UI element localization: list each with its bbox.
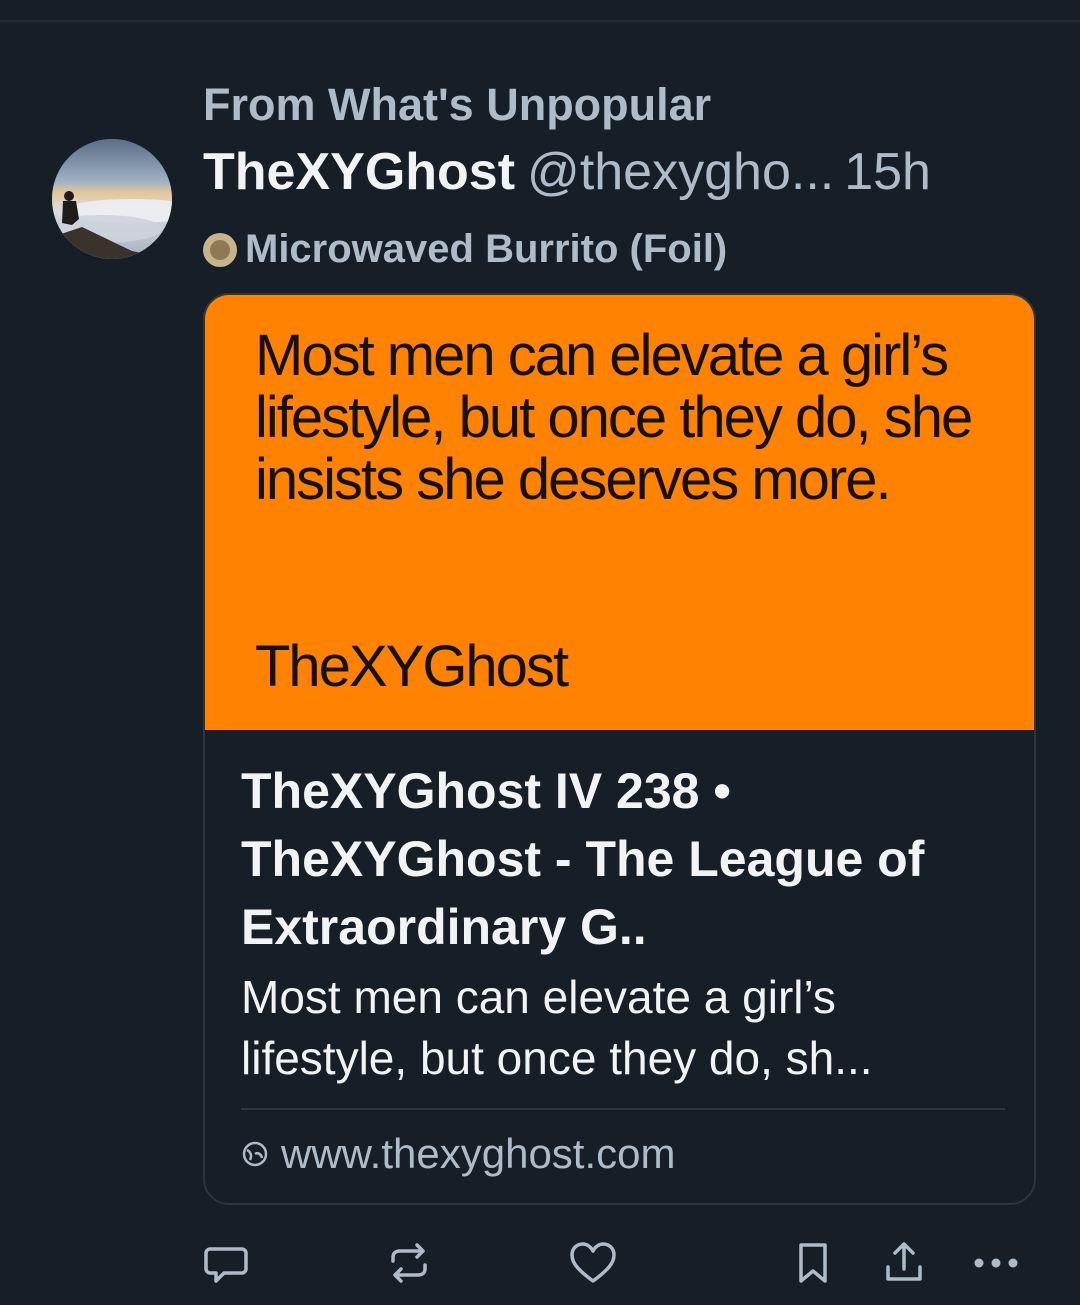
feed-reason[interactable]: From What's Unpopular	[203, 79, 711, 131]
link-preview-image: Most men can elevate a girl’s lifestyle,…	[205, 295, 1034, 730]
author-handle[interactable]: @thexygho...	[527, 143, 834, 201]
link-preview-body: TheXYGhost IV 238 • TheXYGhost - The Lea…	[241, 757, 1007, 1089]
more-icon[interactable]	[970, 1237, 1022, 1289]
like-icon[interactable]	[567, 1237, 619, 1289]
bookmark-icon[interactable]	[787, 1237, 839, 1289]
image-quote-text: Most men can elevate a girl’s lifestyle,…	[255, 323, 973, 512]
post-time[interactable]: 15h	[844, 143, 931, 201]
feed-avatar-icon	[203, 232, 237, 267]
globe-icon	[242, 1141, 268, 1167]
author-name[interactable]: TheXYGhost	[203, 143, 515, 201]
image-quote-author: TheXYGhost	[255, 634, 569, 699]
repost-icon[interactable]	[383, 1237, 435, 1289]
post-meta: TheXYGhost @thexygho... 15h	[203, 142, 931, 202]
feed-post[interactable]: From What's Unpopular TheXYGhost @thexygh…	[0, 22, 1080, 1305]
link-preview-title: TheXYGhost IV 238 • TheXYGhost - The Lea…	[241, 763, 925, 955]
domain-text: www.thexyghost.com	[281, 1130, 676, 1177]
link-preview-description: Most men can elevate a girl’s lifestyle,…	[241, 971, 873, 1084]
post-actions	[0, 1237, 1080, 1297]
link-preview-card[interactable]: Most men can elevate a girl’s lifestyle,…	[203, 293, 1036, 1205]
feed-name: Microwaved Burrito (Foil)	[245, 227, 728, 271]
share-icon[interactable]	[878, 1237, 930, 1289]
avatar[interactable]	[52, 139, 172, 259]
feed-source[interactable]: Microwaved Burrito (Foil)	[203, 227, 727, 272]
card-divider	[241, 1108, 1005, 1110]
avatar-image	[52, 139, 172, 259]
reply-icon[interactable]	[200, 1237, 252, 1289]
link-preview-domain: www.thexyghost.com	[241, 1130, 676, 1178]
